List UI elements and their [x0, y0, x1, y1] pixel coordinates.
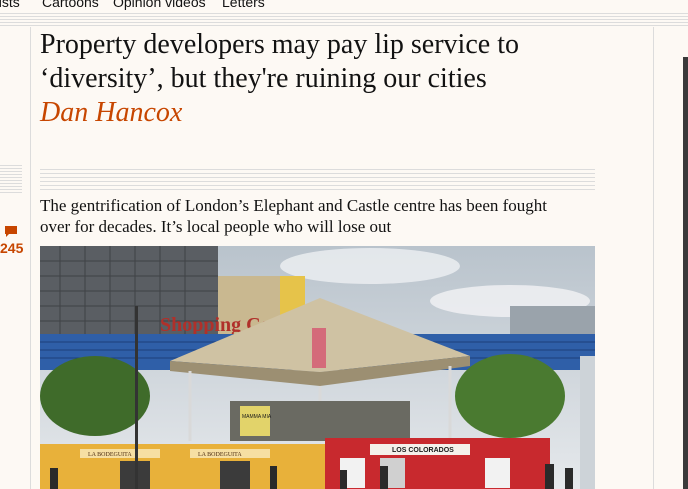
shopping-centre-photo: Shopping Centre MAMMA MIA LA BODEGUITA L… — [40, 246, 595, 489]
nav-item-cartoons[interactable]: Cartoons — [42, 0, 99, 10]
upper-shop-sign: MAMMA MIA — [242, 414, 272, 420]
left-rule-stripes — [0, 165, 22, 193]
article-headline: Property developers may pay lip service … — [40, 29, 519, 94]
right-column-divider — [653, 27, 654, 489]
top-navigation: nists Cartoons Opinion videos Letters — [0, 0, 688, 12]
header-rule-stripes — [0, 13, 688, 27]
standfirst-rule-stripes — [40, 169, 595, 193]
scrollbar-track[interactable] — [683, 57, 688, 489]
nav-item-letters[interactable]: Letters — [222, 0, 265, 10]
nav-item-columnists[interactable]: nists — [0, 0, 20, 10]
article-main-image[interactable]: Shopping Centre MAMMA MIA LA BODEGUITA L… — [40, 246, 595, 489]
comment-icon[interactable] — [4, 226, 18, 237]
comment-count[interactable]: 245 — [0, 240, 23, 256]
shop-sign-3: LOS COLORADOS — [392, 447, 454, 454]
shop-sign-2: LA BODEGUITA — [198, 452, 242, 458]
nav-item-opinion-videos[interactable]: Opinion videos — [113, 0, 206, 10]
left-column-divider — [30, 27, 31, 489]
article-standfirst: The gentrification of London’s Elephant … — [40, 196, 548, 236]
article-byline[interactable]: Dan Hancox — [40, 96, 182, 130]
shop-sign-1: LA BODEGUITA — [88, 452, 132, 458]
